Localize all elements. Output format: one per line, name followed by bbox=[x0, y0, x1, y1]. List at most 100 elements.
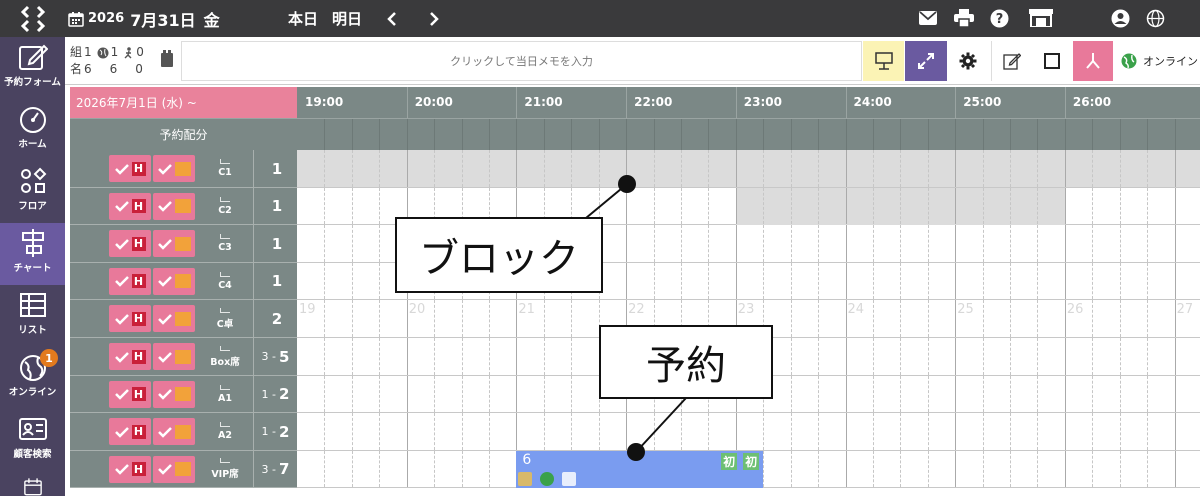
daily-memo-input[interactable]: クリックして当日メモを入力 bbox=[181, 41, 862, 81]
online-allowed-toggle[interactable] bbox=[153, 267, 195, 295]
h-badge-icon: H bbox=[131, 161, 146, 176]
quarter-gridline bbox=[488, 338, 490, 375]
smoking-seat-icon bbox=[518, 471, 533, 486]
online-allowed-toggle[interactable] bbox=[153, 230, 195, 258]
check-icon bbox=[157, 389, 172, 400]
quarter-gridline bbox=[351, 300, 353, 337]
hour-gridline bbox=[1064, 300, 1066, 337]
quarter-gridline bbox=[1010, 450, 1012, 488]
edit-button[interactable] bbox=[991, 41, 1031, 81]
easel-button[interactable] bbox=[863, 41, 904, 81]
split-button[interactable] bbox=[1073, 41, 1113, 81]
quarter-gridline bbox=[763, 119, 765, 150]
online-badge-icon bbox=[174, 236, 191, 251]
table-row-header[interactable]: H C卓 2 bbox=[70, 300, 297, 338]
quarter-gridline bbox=[1092, 375, 1094, 413]
online-allowed-toggle[interactable] bbox=[153, 380, 195, 408]
table-capacity-cell: 1 bbox=[253, 187, 297, 225]
online-allowed-toggle[interactable] bbox=[153, 305, 195, 333]
sidebar-item-list[interactable]: リスト bbox=[0, 285, 65, 347]
quarter-gridline bbox=[680, 413, 682, 450]
user-icon[interactable] bbox=[1110, 8, 1130, 28]
table-row-header[interactable]: H A1 1 -2 bbox=[70, 375, 297, 414]
hour-gridline bbox=[955, 413, 957, 450]
sidebar-item-floor[interactable]: フロア bbox=[0, 161, 65, 223]
hour-gridline bbox=[955, 338, 957, 375]
globe-icon[interactable] bbox=[1145, 8, 1165, 28]
hour-gridline bbox=[406, 450, 408, 488]
hour-gridline bbox=[845, 413, 847, 450]
table-timeline-row[interactable] bbox=[297, 413, 1200, 451]
booking-allowed-toggle[interactable]: H bbox=[109, 305, 151, 333]
booking-allowed-toggle[interactable]: H bbox=[109, 155, 151, 182]
quarter-gridline bbox=[900, 338, 902, 375]
store-icon[interactable] bbox=[1029, 8, 1053, 28]
online-allowed-toggle[interactable] bbox=[153, 155, 195, 182]
table-timeline-row[interactable]: 6 初初 bbox=[297, 450, 1200, 489]
help-icon[interactable]: ? bbox=[989, 8, 1009, 28]
tomorrow-button[interactable]: 明日 bbox=[332, 0, 362, 37]
hour-gridline bbox=[845, 262, 847, 300]
expand-button[interactable] bbox=[905, 41, 947, 81]
globe-icon bbox=[1121, 53, 1137, 69]
online-status[interactable]: オンライン bbox=[1121, 41, 1200, 81]
mail-icon[interactable] bbox=[918, 8, 938, 28]
settings-button[interactable] bbox=[949, 41, 987, 81]
sidebar-item-customer-search[interactable]: 顧客検索 bbox=[0, 409, 65, 471]
quarter-gridline bbox=[461, 450, 463, 488]
table-row-header[interactable]: H VIP席 3 -7 bbox=[70, 450, 297, 489]
chevron-right-icon[interactable] bbox=[428, 0, 440, 37]
booking-allowed-toggle[interactable]: H bbox=[109, 418, 151, 446]
date-display[interactable]: 2026 7月31日 金 bbox=[68, 0, 220, 37]
booking-allowed-toggle[interactable]: H bbox=[109, 230, 151, 258]
booking-allowed-toggle[interactable]: H bbox=[109, 380, 151, 408]
quarter-gridline bbox=[1147, 119, 1149, 150]
app-logo-icon[interactable] bbox=[0, 0, 65, 37]
online-allowed-toggle[interactable] bbox=[153, 455, 195, 483]
quarter-gridline bbox=[1119, 187, 1121, 225]
hour-gridline bbox=[735, 150, 737, 187]
quarter-gridline bbox=[1037, 338, 1039, 375]
table-row-header[interactable]: H C1 1 bbox=[70, 150, 297, 188]
quarter-gridline bbox=[324, 225, 326, 262]
quarter-gridline bbox=[379, 119, 381, 150]
memo-note-icon[interactable] bbox=[159, 47, 175, 71]
online-allowed-toggle[interactable] bbox=[153, 343, 195, 370]
sidebar-item-chart[interactable]: チャート bbox=[0, 223, 65, 285]
quarter-gridline bbox=[982, 450, 984, 488]
table-row-header[interactable]: H A2 1 -2 bbox=[70, 413, 297, 451]
reservation-callout: 予約 bbox=[599, 325, 773, 399]
chart-date-header[interactable]: 2026年7月1日 (水) ~ bbox=[70, 87, 297, 118]
quarter-gridline bbox=[1147, 375, 1149, 413]
booking-allowed-toggle[interactable]: H bbox=[109, 343, 151, 370]
table-row-header[interactable]: H Box席 3 -5 bbox=[70, 338, 297, 376]
hour-gridline bbox=[955, 375, 957, 413]
quarter-gridline bbox=[1010, 150, 1012, 187]
quarter-gridline bbox=[653, 225, 655, 262]
online-allowed-toggle[interactable] bbox=[153, 418, 195, 446]
printer-icon[interactable] bbox=[954, 8, 974, 28]
booking-allowed-toggle[interactable]: H bbox=[109, 267, 151, 295]
sidebar-item-reservation-form[interactable]: 予約フォーム bbox=[0, 37, 65, 99]
sidebar-item-online[interactable]: オンライン 1 bbox=[0, 347, 65, 409]
table-timeline-row[interactable] bbox=[297, 150, 1200, 188]
hour-gridline bbox=[626, 225, 628, 262]
booking-allowed-toggle[interactable]: H bbox=[109, 192, 151, 220]
quarter-gridline bbox=[653, 262, 655, 300]
hour-gridline bbox=[1174, 262, 1176, 300]
booking-allowed-toggle[interactable]: H bbox=[109, 455, 151, 483]
sidebar-item-calendar[interactable] bbox=[0, 471, 65, 496]
quarter-gridline bbox=[543, 150, 545, 187]
table-row-header[interactable]: H C4 1 bbox=[70, 262, 297, 301]
quarter-gridline bbox=[626, 119, 628, 150]
select-checkbox[interactable] bbox=[1033, 41, 1071, 81]
chevron-left-icon[interactable] bbox=[386, 0, 398, 37]
today-button[interactable]: 本日 bbox=[288, 0, 318, 37]
online-count-badge: 1 bbox=[40, 349, 58, 367]
table-row-header[interactable]: H C2 1 bbox=[70, 187, 297, 226]
table-row-header[interactable]: H C3 1 bbox=[70, 225, 297, 263]
online-allowed-toggle[interactable] bbox=[153, 192, 195, 220]
sidebar-item-home[interactable]: ホーム bbox=[0, 99, 65, 161]
quarter-gridline bbox=[1010, 413, 1012, 450]
hour-gridline bbox=[845, 87, 847, 118]
